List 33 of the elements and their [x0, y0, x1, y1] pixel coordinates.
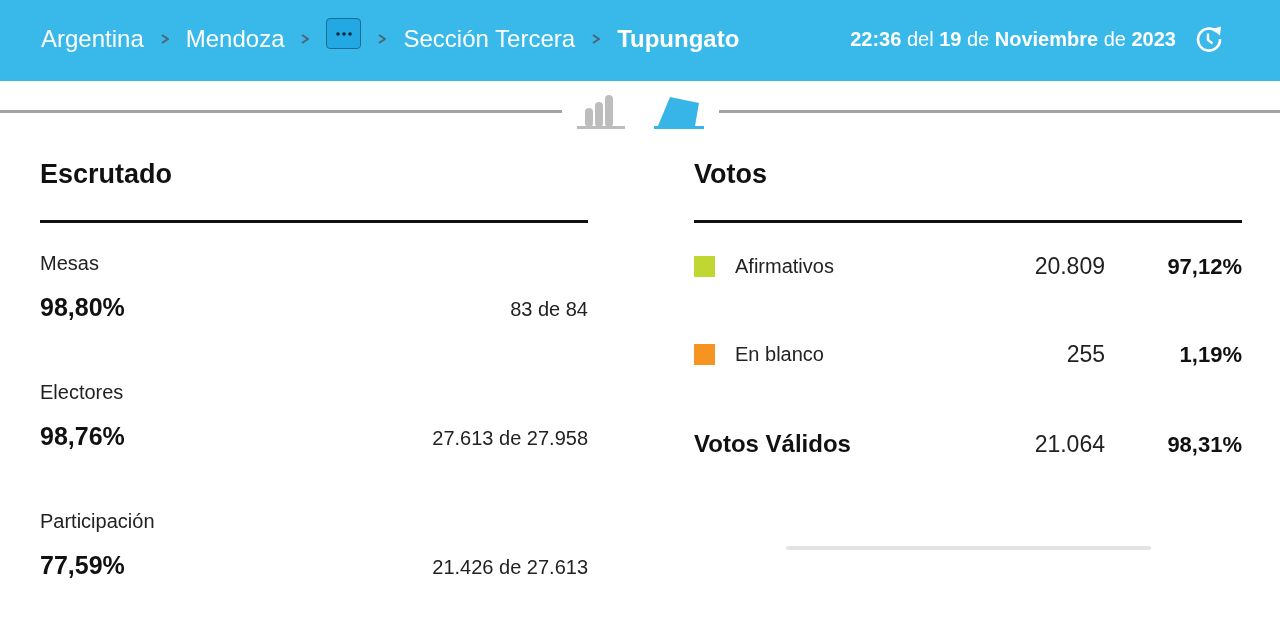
bar-chart-icon — [576, 93, 625, 130]
breadcrumb-link[interactable]: Argentina — [41, 23, 144, 54]
stat-label: Participación — [40, 509, 155, 533]
total-label: Votos Válidos — [694, 429, 851, 459]
vote-count: 21.064 — [1034, 429, 1105, 459]
option-label: En blanco — [735, 342, 824, 367]
breadcrumb-link[interactable]: Tupungato — [617, 23, 740, 54]
stat-label: Electores — [40, 380, 124, 404]
chevron-icon — [160, 33, 169, 44]
vote-percent: 98,31% — [1167, 430, 1242, 459]
section-title: Votos — [694, 158, 767, 191]
stat-percent: 98,80% — [40, 292, 125, 322]
vote-percent: 1,19% — [1178, 340, 1242, 369]
breadcrumb-link[interactable]: Sección Tercera — [403, 23, 576, 54]
vote-percent: 97,12% — [1167, 252, 1242, 281]
vote-count: 255 — [1066, 339, 1105, 369]
chevron-icon — [592, 33, 601, 44]
stat-count: 21.426 de 27.613 — [432, 555, 588, 579]
more-button[interactable] — [326, 18, 362, 49]
stat-percent: 77,59% — [40, 550, 125, 580]
stat-label: Mesas — [40, 251, 99, 275]
update-time-text: 22:36 del 19 de Noviembre de 2023 — [850, 26, 1176, 52]
stat-percent: 98,76% — [40, 421, 125, 451]
section-title: Escrutado — [40, 158, 173, 191]
refresh-clock-icon — [1195, 24, 1223, 53]
vote-count: 20.809 — [1034, 251, 1105, 281]
more-icon — [336, 31, 352, 36]
chevron-icon — [301, 33, 310, 44]
option-label: Afirmativos — [735, 254, 834, 279]
stat-count: 83 de 84 — [510, 297, 588, 321]
chevron-icon — [378, 33, 387, 44]
breadcrumb-link[interactable]: Mendoza — [185, 23, 285, 54]
stat-count: 27.613 de 27.958 — [432, 426, 588, 450]
